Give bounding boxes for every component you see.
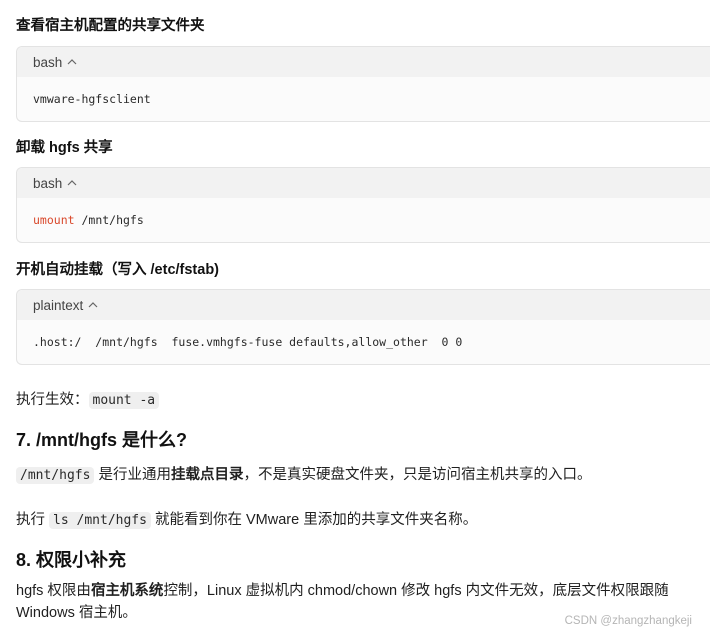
- code-lang-label: bash: [33, 54, 63, 70]
- q7-paragraph-1: /mnt/hgfs 是行业通用挂载点目录，不是真实硬盘文件夹，只是访问宿主机共享…: [16, 463, 591, 484]
- chevron-up-icon[interactable]: [67, 178, 77, 188]
- code-line: /mnt/hgfs: [74, 213, 144, 227]
- csdn-watermark: CSDN @zhangzhangkeji: [564, 615, 692, 627]
- q7-text-a: 是行业通用: [94, 467, 171, 483]
- q7-text-b: ，不是真实硬盘文件夹，只是访问宿主机共享的入口。: [243, 467, 592, 483]
- code-line: .host:/ /mnt/hgfs fuse.vmhgfs-fuse defau…: [33, 335, 463, 349]
- q8-bold-term: 宿主机系统: [90, 583, 164, 599]
- chevron-up-icon[interactable]: [67, 57, 77, 67]
- apply-prefix: 执行生效：: [16, 392, 89, 408]
- q7-p2-suffix: 就能看到你在 VMware 里添加的共享文件夹名称。: [150, 512, 478, 528]
- article-content: 查看宿主机配置的共享文件夹 bash vmware-hgfsclient 卸载 …: [0, 0, 710, 635]
- code-block-header[interactable]: bash: [17, 47, 710, 77]
- code-lang-label: plaintext: [33, 297, 84, 313]
- automount-heading: 开机自动挂载（写入 /etc/fstab): [16, 262, 220, 278]
- q7-p2-prefix: 执行: [16, 512, 50, 528]
- code-block-bash-2: bash umount /mnt/hgfs: [16, 167, 710, 243]
- view-share-heading: 查看宿主机配置的共享文件夹: [16, 18, 205, 34]
- apply-paragraph: 执行生效： mount -a: [16, 388, 160, 409]
- inline-code-mount: mount -a: [88, 392, 160, 409]
- inline-code-ls: ls /mnt/hgfs: [49, 512, 151, 529]
- code-content: umount /mnt/hgfs: [17, 198, 710, 242]
- inline-code-hgfs: /mnt/hgfs: [16, 467, 95, 484]
- code-block-header[interactable]: bash: [17, 168, 710, 198]
- code-content: vmware-hgfsclient: [17, 77, 710, 121]
- code-line: vmware-hgfsclient: [33, 92, 151, 106]
- code-content: .host:/ /mnt/hgfs fuse.vmhgfs-fuse defau…: [17, 320, 710, 364]
- q8-prefix: hgfs 权限由: [16, 583, 91, 599]
- code-block-header[interactable]: plaintext: [17, 290, 710, 320]
- section-7-heading: 7. /mnt/hgfs 是什么?: [16, 430, 187, 450]
- code-block-bash-1: bash vmware-hgfsclient: [16, 46, 710, 122]
- code-lang-label: bash: [33, 175, 63, 191]
- code-block-plaintext: plaintext .host:/ /mnt/hgfs fuse.vmhgfs-…: [16, 289, 710, 365]
- q7-bold-term: 挂载点目录: [170, 467, 244, 483]
- chevron-up-icon[interactable]: [88, 300, 98, 310]
- section-8-heading: 8. 权限小补充: [16, 550, 127, 570]
- q7-paragraph-2: 执行 ls /mnt/hgfs 就能看到你在 VMware 里添加的共享文件夹名…: [16, 508, 477, 529]
- unmount-heading: 卸载 hgfs 共享: [16, 140, 113, 156]
- code-keyword: umount: [33, 213, 75, 227]
